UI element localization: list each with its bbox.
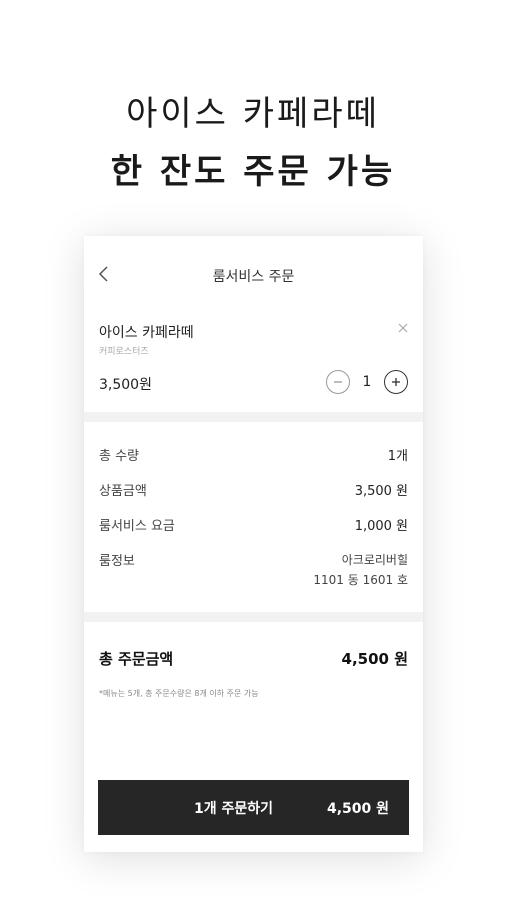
order-summary: 총 수량 1개 상품금액 3,500 원 룸서비스 요금 1,000 원 룸정보… [84, 422, 423, 612]
total-amount-label: 총 주문금액 [99, 650, 174, 668]
item-name: 아이스 카페라떼 [99, 325, 194, 341]
room-info-value: 아크로리버힐 1101 동 1601 호 [313, 550, 408, 590]
quantity-label: 총 수량 [99, 449, 140, 464]
service-fee-value: 1,000 원 [354, 519, 408, 534]
item-store: 커피로스터즈 [99, 347, 149, 357]
room-info-label: 룸정보 [99, 554, 135, 569]
item-price: 3,500원 [99, 377, 152, 393]
order-card: 룸서비스 주문 아이스 카페라떼 커피로스터즈 3,500원 1 총 수량 1개… [84, 236, 423, 852]
section-divider [84, 412, 423, 422]
increase-button[interactable] [384, 370, 408, 394]
room-building: 아크로리버힐 [341, 553, 408, 567]
cart-item: 아이스 카페라떼 커피로스터즈 3,500원 1 [84, 312, 423, 412]
service-fee-label: 룸서비스 요금 [99, 519, 175, 534]
close-icon[interactable] [397, 322, 409, 334]
place-order-button[interactable]: 1개 주문하기 4,500 원 [98, 780, 409, 835]
quantity-total: 1개 [387, 449, 408, 464]
plus-icon [392, 378, 400, 386]
promo-headline-2: 한 잔도 주문 가능 [110, 152, 396, 192]
quantity-value: 1 [362, 374, 372, 390]
total-row: 총 주문금액 4,500 원 [99, 648, 408, 669]
room-unit: 1101 동 1601 호 [313, 573, 408, 587]
total-amount-value: 4,500 원 [341, 650, 408, 668]
decrease-button[interactable] [326, 370, 350, 394]
summary-row-fee: 룸서비스 요금 1,000 원 [99, 515, 408, 534]
quantity-stepper: 1 [326, 368, 408, 396]
order-button-amount: 4,500 원 [326, 800, 389, 817]
top-bar: 룸서비스 주문 [84, 236, 423, 312]
product-amount-label: 상품금액 [99, 484, 147, 499]
summary-row-product: 상품금액 3,500 원 [99, 480, 408, 499]
order-total: 총 주문금액 4,500 원 *메뉴는 5개, 총 주문수량은 8개 이하 주문… [84, 622, 423, 790]
section-divider [84, 612, 423, 622]
order-button-label: 1개 주문하기 [194, 800, 274, 817]
order-limit-note: *메뉴는 5개, 총 주문수량은 8개 이하 주문 가능 [99, 689, 259, 698]
summary-row-room: 룸정보 아크로리버힐 1101 동 1601 호 [99, 550, 408, 590]
summary-row-quantity: 총 수량 1개 [99, 445, 408, 464]
promo-headline-1: 아이스 카페라떼 [126, 94, 380, 134]
minus-icon [334, 381, 342, 383]
page-title: 룸서비스 주문 [212, 269, 295, 285]
product-amount-value: 3,500 원 [354, 484, 408, 499]
